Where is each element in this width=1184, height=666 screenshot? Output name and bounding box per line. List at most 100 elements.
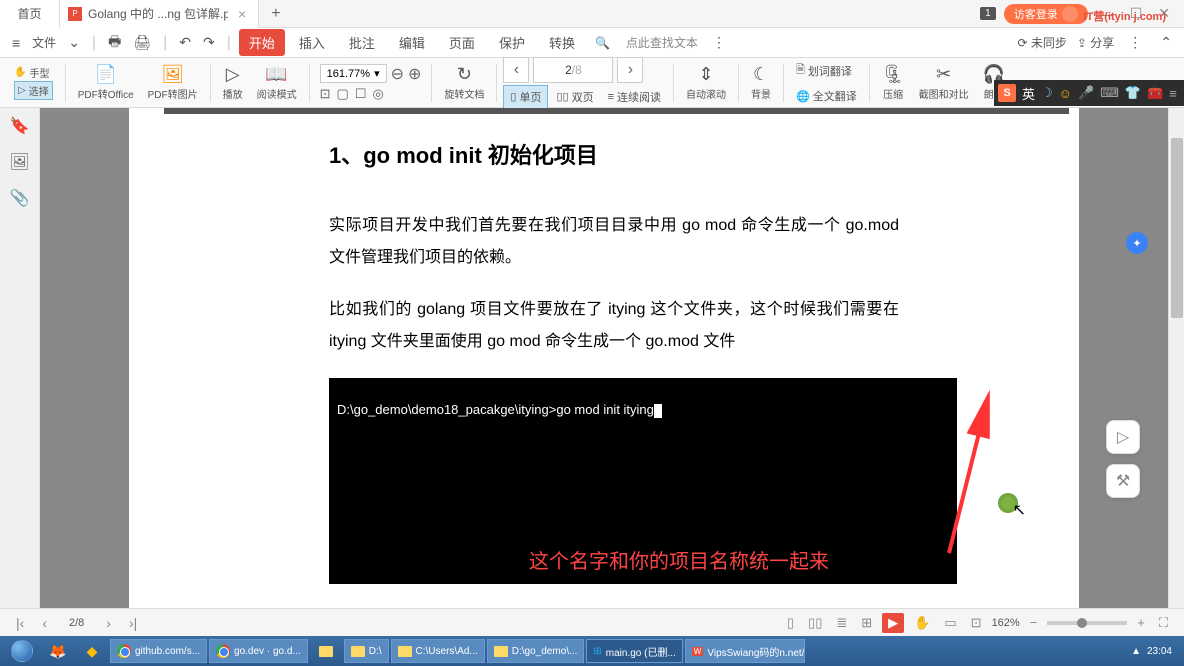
status-play-icon[interactable]: ▶ — [882, 613, 904, 633]
print-icon[interactable]: 🖨 — [129, 34, 155, 51]
tab-protect[interactable]: 保护 — [489, 29, 535, 56]
thumbnail-icon[interactable]: 🖼 — [9, 152, 29, 172]
status-page[interactable]: 2/8 — [61, 617, 92, 629]
system-tray[interactable]: ▲ 23:04 — [1131, 646, 1180, 657]
status-fit-icon[interactable]: ⊡ — [967, 615, 986, 631]
task-chrome-1[interactable]: github.com/s... — [110, 639, 207, 663]
undo-icon[interactable]: ↶ — [175, 34, 195, 51]
zoom-in-icon[interactable]: ⊕ — [408, 64, 421, 84]
background-tool[interactable]: ☾ 背景 — [745, 64, 777, 101]
file-tab[interactable]: P Golang 中的 ...ng 包详解.pdf × — [60, 0, 259, 28]
ime-keyboard-icon[interactable]: ⌨ — [1100, 85, 1119, 101]
task-folder-2[interactable]: C:\Users\Ad... — [391, 639, 485, 663]
float-tool-icon[interactable]: ⚒ — [1106, 464, 1140, 498]
more-icon[interactable]: ⋮ — [1124, 34, 1146, 51]
ime-skin-icon[interactable]: 👕 — [1125, 85, 1141, 101]
full-translate[interactable]: 🌐全文翻译 — [790, 85, 863, 107]
tab-annotate[interactable]: 批注 — [339, 29, 385, 56]
task-vscode[interactable]: ⊞main.go (已删... — [586, 639, 682, 663]
task-folder-3[interactable]: D:\go_demo\... — [487, 639, 585, 663]
tab-close-icon[interactable]: × — [234, 6, 250, 22]
explorer-pinned-icon[interactable] — [310, 638, 342, 664]
bookmark-icon[interactable]: 🔖 — [10, 116, 30, 136]
zoom-slider[interactable] — [1047, 621, 1127, 625]
save-icon[interactable]: 🖶 — [104, 31, 125, 55]
ime-moon-icon[interactable]: ☽ — [1041, 85, 1053, 101]
home-tab[interactable]: 首页 — [0, 0, 60, 28]
attachment-icon[interactable]: 📎 — [10, 188, 30, 208]
start-button[interactable] — [4, 638, 40, 664]
tab-convert[interactable]: 转换 — [539, 29, 585, 56]
tray-expand-icon[interactable]: ▲ — [1131, 646, 1141, 657]
zoom-status[interactable]: 162% — [992, 617, 1020, 629]
prev-page-button[interactable]: ‹ — [503, 57, 529, 83]
hand-tool[interactable]: ✋手型 — [14, 65, 53, 80]
ime-toolbox-icon[interactable]: 🧰 — [1147, 85, 1163, 101]
zoom-selection-icon[interactable]: ◎ — [373, 86, 384, 102]
read-mode[interactable]: 📖 阅读模式 — [251, 64, 303, 101]
rotate-tool[interactable]: ↻ 旋转文档 — [438, 64, 490, 101]
notification-badge[interactable]: 1 — [980, 7, 996, 20]
float-assistant-icon[interactable]: ✦ — [1126, 232, 1148, 254]
login-button[interactable]: 访客登录 — [1004, 4, 1088, 24]
pdf-to-image[interactable]: 🖼 PDF转图片 — [142, 64, 204, 101]
first-page-icon[interactable]: |‹ — [12, 615, 28, 631]
select-tool[interactable]: ▷选择 — [14, 81, 53, 100]
sogou-icon[interactable]: S — [998, 84, 1016, 102]
compress-tool[interactable]: 🗜 压缩 — [876, 64, 911, 101]
fit-width-icon[interactable]: ⊡ — [320, 86, 331, 102]
continuous-button[interactable]: ≡连续阅读 — [602, 85, 667, 109]
hamburger-icon[interactable]: ≡ — [8, 35, 24, 51]
status-select-icon[interactable]: ▭ — [940, 615, 960, 631]
pdf-to-office[interactable]: 📄 PDF转Office — [72, 64, 140, 101]
zoom-handle[interactable] — [1077, 618, 1087, 628]
redo-icon[interactable]: ↷ — [199, 34, 219, 51]
tab-insert[interactable]: 插入 — [289, 29, 335, 56]
task-wps[interactable]: WVipsSwiang码的n.net/a开 — [685, 639, 805, 663]
word-translate[interactable]: 🗎划词翻译 — [790, 58, 863, 83]
last-page-icon[interactable]: ›| — [125, 615, 141, 631]
ime-mic-icon[interactable]: 🎤 — [1078, 85, 1094, 101]
search-input[interactable]: 点此查找文本 — [620, 34, 704, 51]
app-icon[interactable]: ◆ — [76, 638, 108, 664]
ime-toolbar[interactable]: S 英 ☽ ☺ 🎤 ⌨ 👕 🧰 ≡ — [994, 80, 1184, 106]
new-tab-button[interactable]: + — [259, 5, 292, 23]
fullscreen-icon[interactable]: ⛶ — [1155, 615, 1172, 631]
chevron-down-icon[interactable]: ⌄ — [64, 34, 84, 51]
view-continuous-icon[interactable]: ≣ — [832, 615, 851, 631]
task-folder-1[interactable]: D:\ — [344, 639, 389, 663]
fit-page-icon[interactable]: ▢ — [337, 86, 349, 102]
zoom-in-status-icon[interactable]: + — [1133, 615, 1149, 630]
play-tool[interactable]: ▷ 播放 — [217, 64, 249, 101]
view-grid-icon[interactable]: ⊞ — [857, 615, 876, 631]
auto-scroll[interactable]: ⇕ 自动滚动 — [680, 64, 732, 101]
collapse-icon[interactable]: ⌃ — [1156, 34, 1176, 51]
view-double-icon[interactable]: ▯▯ — [804, 615, 826, 631]
ime-lang[interactable]: 英 — [1022, 84, 1035, 103]
ime-emoji-icon[interactable]: ☺ — [1059, 86, 1072, 101]
ime-menu-icon[interactable]: ≡ — [1169, 86, 1177, 101]
prev-page-icon[interactable]: ‹ — [38, 615, 51, 631]
zoom-out-icon[interactable]: ⊖ — [391, 64, 404, 84]
vertical-scrollbar[interactable] — [1168, 108, 1184, 608]
page-input[interactable]: 2/8 — [533, 57, 613, 83]
status-hand-icon[interactable]: ✋ — [910, 615, 934, 631]
single-page-button[interactable]: ▯单页 — [503, 85, 548, 109]
view-single-icon[interactable]: ▯ — [783, 615, 798, 631]
zoom-out-status-icon[interactable]: − — [1026, 615, 1042, 630]
float-play-icon[interactable]: ▷ — [1106, 420, 1140, 454]
scroll-thumb[interactable] — [1171, 138, 1183, 318]
next-page-button[interactable]: › — [617, 57, 643, 83]
file-menu[interactable]: 文件 — [28, 34, 60, 51]
tab-edit[interactable]: 编辑 — [389, 29, 435, 56]
task-chrome-2[interactable]: go.dev · go.d... — [209, 639, 308, 663]
next-page-icon[interactable]: › — [102, 615, 115, 631]
firefox-icon[interactable]: 🦊 — [42, 638, 74, 664]
search-dropdown-icon[interactable]: ⋮ — [708, 34, 730, 51]
share-button[interactable]: ⇪ 分享 — [1077, 34, 1114, 51]
sync-status[interactable]: ⟳ 未同步 — [1017, 34, 1066, 51]
crop-compare-tool[interactable]: ✂ 截图和对比 — [913, 64, 975, 101]
actual-size-icon[interactable]: ☐ — [355, 86, 367, 102]
zoom-level[interactable]: 161.77% ▾ — [320, 64, 387, 83]
tab-start[interactable]: 开始 — [239, 29, 285, 56]
